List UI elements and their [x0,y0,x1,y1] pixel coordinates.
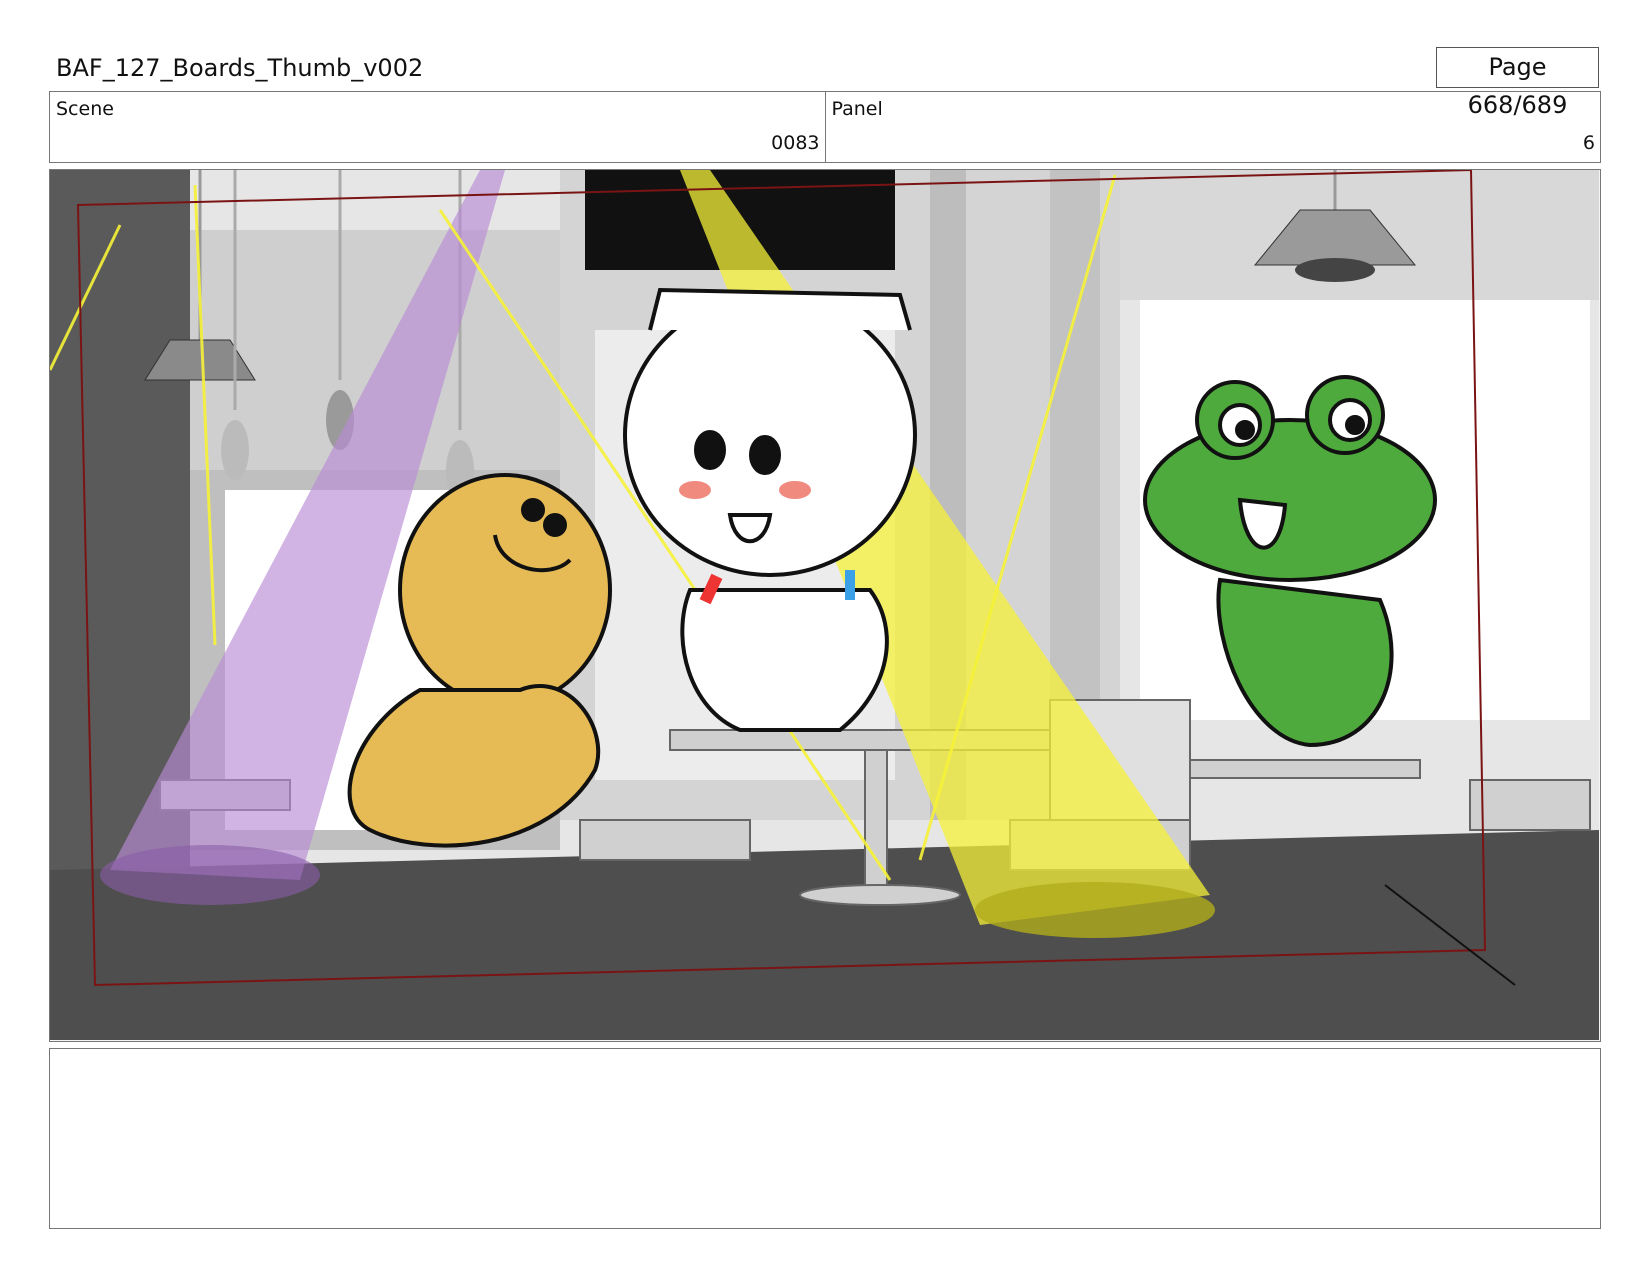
storyboard-drawing [50,170,1599,1040]
panel-number: 6 [1582,132,1595,154]
panel-label: Panel [831,98,883,120]
scene-cell: Scene 0083 [50,92,825,162]
storyboard-frame [49,169,1601,1042]
notes-box [49,1048,1601,1229]
document-title: BAF_127_Boards_Thumb_v002 [56,54,424,82]
scene-panel-info: Scene 0083 Panel 6 [49,91,1601,163]
panel-cell: Panel 6 [824,92,1601,162]
scene-label: Scene [56,98,114,120]
page-number-box: Page 668/689 [1436,47,1599,119]
scene-number: 0083 [771,132,820,154]
